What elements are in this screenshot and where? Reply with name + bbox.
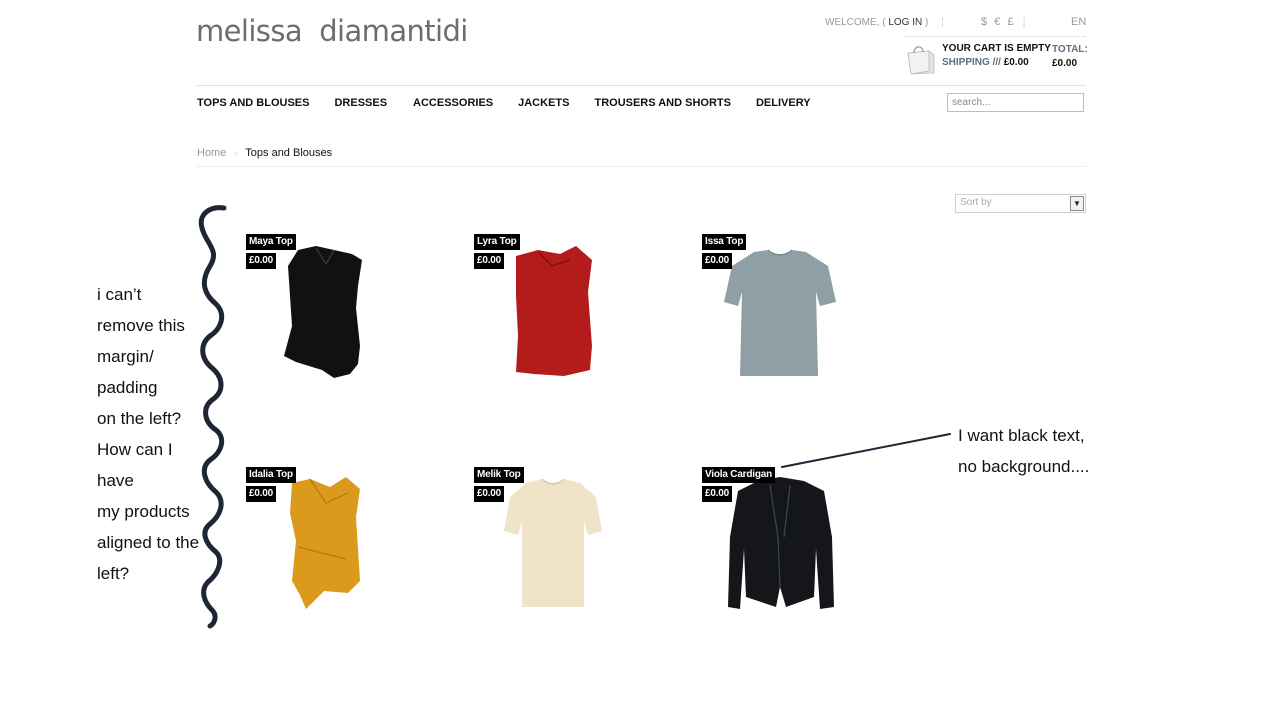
annotation-line: have: [97, 471, 134, 490]
shipping-label: SHIPPING ///: [942, 57, 1001, 68]
product-price: £0.00: [246, 253, 277, 269]
annotation-line: left?: [97, 564, 130, 583]
total-value: £0.00: [1052, 58, 1078, 69]
sort-label: Sort by: [960, 197, 992, 208]
annotation-line: I want black text,: [958, 426, 1085, 445]
currency-usd[interactable]: $: [981, 16, 987, 28]
currency-eur[interactable]: €: [994, 16, 1000, 28]
annotation-line: on the left?: [97, 409, 182, 428]
product-card[interactable]: Idalia Top £0.00: [246, 463, 426, 633]
nav-item-trousers-and-shorts[interactable]: TROUSERS AND SHORTS: [594, 97, 731, 109]
product-card[interactable]: Melik Top £0.00: [474, 463, 654, 633]
cart-divider: [905, 36, 1086, 37]
product-name[interactable]: Idalia Top: [246, 467, 296, 483]
nav-item-delivery[interactable]: DELIVERY: [756, 97, 811, 109]
breadcrumb: Home » Tops and Blouses: [197, 147, 332, 159]
breadcrumb-home[interactable]: Home: [197, 147, 226, 159]
product-name[interactable]: Maya Top: [246, 234, 296, 250]
product-card[interactable]: Maya Top £0.00: [246, 232, 426, 402]
nav-item-dresses[interactable]: DRESSES: [334, 97, 387, 109]
header-divider: [196, 85, 1086, 86]
breadcrumb-current: Tops and Blouses: [245, 147, 333, 159]
shopping-bag-icon[interactable]: [905, 43, 937, 75]
product-name[interactable]: Viola Cardigan: [702, 467, 776, 483]
shipping-line: SHIPPING /// £0.00: [942, 57, 1029, 68]
welcome-text: WELCOME, (: [825, 17, 886, 28]
currency-gbp[interactable]: £: [1007, 16, 1013, 28]
annotation-left-text: i can’t remove this margin/ padding on t…: [97, 279, 199, 589]
lyra-top-image[interactable]: [512, 246, 594, 376]
annotation-line: no background....: [958, 457, 1090, 476]
melik-top-image[interactable]: [504, 479, 602, 609]
idalia-top-image[interactable]: [286, 477, 362, 609]
total-label: TOTAL:: [1052, 44, 1088, 55]
annotation-line: How can I: [97, 440, 173, 459]
cart-status[interactable]: YOUR CART IS EMPTY: [942, 43, 1051, 54]
login-link[interactable]: LOG IN: [888, 17, 922, 28]
divider: ¦: [1022, 16, 1026, 28]
currency-switcher: $ € £ ¦: [981, 16, 1029, 28]
divider: ¦: [941, 17, 944, 28]
annotation-line: margin/: [97, 347, 154, 366]
annotation-line: padding: [97, 378, 158, 397]
product-price: £0.00: [474, 486, 505, 502]
product-card[interactable]: Viola Cardigan £0.00: [702, 463, 882, 633]
annotation-line: my products: [97, 502, 190, 521]
breadcrumb-separator-icon: »: [233, 148, 239, 158]
product-name[interactable]: Melik Top: [474, 467, 524, 483]
welcome-bar: WELCOME, ( LOG IN ) ¦: [825, 17, 944, 28]
search-input[interactable]: [947, 93, 1084, 112]
nav-item-tops-and-blouses[interactable]: TOPS AND BLOUSES: [197, 97, 309, 109]
issa-top-image[interactable]: [724, 248, 836, 378]
sort-select[interactable]: Sort by ▼: [955, 194, 1086, 213]
viola-cardigan-image[interactable]: [728, 477, 834, 609]
main-nav: TOPS AND BLOUSES DRESSES ACCESSORIES JAC…: [197, 97, 811, 109]
product-price: £0.00: [702, 253, 733, 269]
chevron-down-icon[interactable]: ▼: [1070, 196, 1084, 211]
welcome-suffix: ): [925, 17, 929, 28]
language-switcher[interactable]: EN: [1071, 16, 1086, 28]
annotation-line: remove this: [97, 316, 185, 335]
product-card[interactable]: Lyra Top £0.00: [474, 232, 654, 402]
breadcrumb-divider: [196, 166, 1086, 167]
maya-top-image[interactable]: [282, 246, 368, 380]
product-name[interactable]: Issa Top: [702, 234, 747, 250]
product-price: £0.00: [474, 253, 505, 269]
product-price: £0.00: [702, 486, 733, 502]
product-name[interactable]: Lyra Top: [474, 234, 520, 250]
nav-item-jackets[interactable]: JACKETS: [518, 97, 569, 109]
nav-item-accessories[interactable]: ACCESSORIES: [413, 97, 493, 109]
product-price: £0.00: [246, 486, 277, 502]
annotation-line: i can’t: [97, 285, 142, 304]
annotation-line: aligned to the: [97, 533, 200, 552]
product-card[interactable]: Issa Top £0.00: [702, 232, 882, 402]
site-logo[interactable]: melissa diamantidi: [196, 14, 468, 48]
shipping-value: £0.00: [1003, 57, 1029, 68]
annotation-right-text: I want black text, no background....: [958, 420, 1089, 482]
